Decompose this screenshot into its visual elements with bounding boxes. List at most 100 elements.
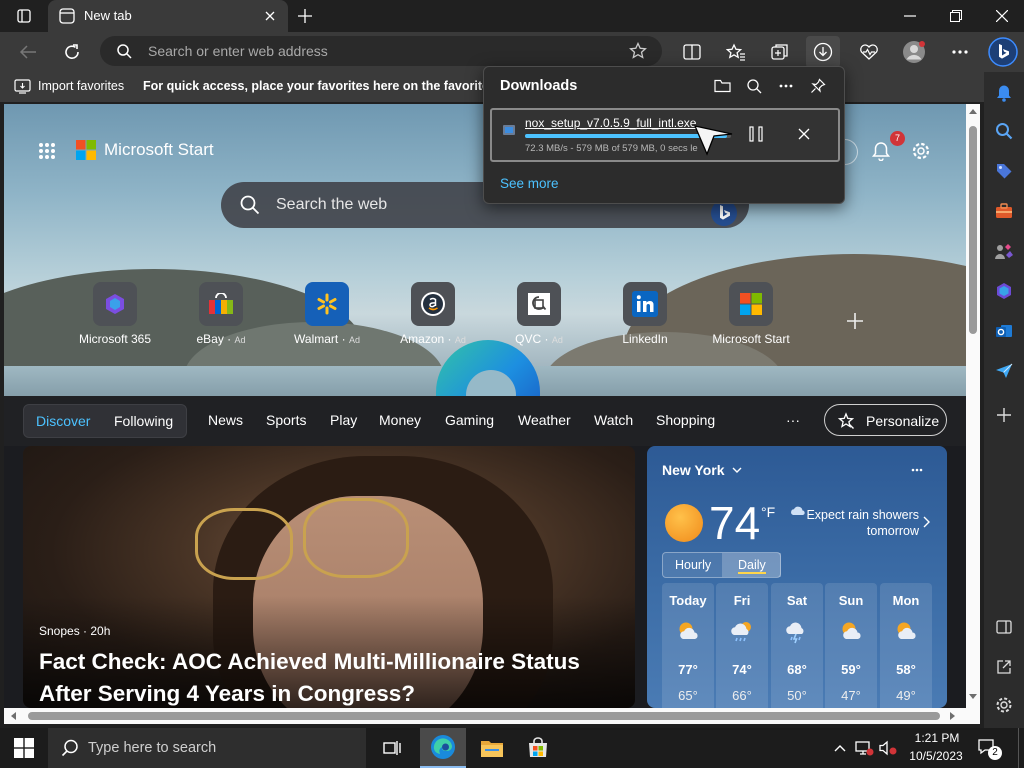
tab-following[interactable]: Following [114, 413, 173, 429]
chevron-down-icon[interactable] [732, 467, 742, 473]
address-input[interactable]: Search or enter web address [148, 43, 328, 59]
tab-hourly[interactable]: Hourly [675, 558, 711, 572]
favorites-icon[interactable] [722, 38, 750, 66]
quick-link-microsoft-365[interactable]: Microsoft 365 [65, 282, 165, 346]
taskbar-search-box[interactable]: Type here to search [48, 728, 366, 768]
page-settings-gear-icon[interactable] [908, 138, 934, 164]
folder-icon[interactable] [710, 75, 734, 97]
sidebar-settings-icon[interactable] [990, 692, 1018, 718]
browser-essentials-icon[interactable] [855, 38, 883, 66]
windows-start-icon[interactable] [8, 734, 40, 762]
hide-sidebar-icon[interactable] [990, 614, 1018, 640]
pin-icon[interactable] [806, 75, 830, 97]
outlook-icon[interactable] [990, 318, 1018, 344]
show-desktop-button[interactable] [1018, 728, 1024, 768]
edge-taskbar-icon[interactable] [420, 728, 466, 768]
task-view-icon[interactable] [376, 734, 408, 762]
feed-tab-sports[interactable]: Sports [266, 412, 306, 428]
scroll-left-icon[interactable] [10, 712, 16, 720]
personalize-button[interactable]: Personalize [824, 404, 947, 436]
download-item[interactable]: nox_setup_v7.0.5.9_full_intl.exe 72.3 MB… [490, 108, 840, 162]
tab-new-tab[interactable]: New tab [48, 0, 288, 32]
new-tab-button[interactable] [293, 4, 317, 28]
scroll-up-icon[interactable] [969, 108, 977, 114]
weather-more-icon[interactable] [911, 468, 923, 472]
feed-tab-shopping[interactable]: Shopping [656, 412, 715, 428]
microsoft-store-icon[interactable] [522, 734, 554, 762]
search-sidebar-icon[interactable] [990, 118, 1018, 144]
scroll-right-icon[interactable] [950, 712, 956, 720]
microsoft-start-brand[interactable]: Microsoft Start [76, 140, 214, 160]
forecast-day[interactable]: Sun 59° 47° [825, 583, 877, 708]
forecast-day[interactable]: Fri 74° 66° [716, 583, 768, 708]
split-screen-icon[interactable] [678, 38, 706, 66]
volume-muted-icon[interactable] [876, 736, 900, 760]
address-bar[interactable]: Search or enter web address [100, 36, 662, 66]
taskbar-search-input[interactable]: Type here to search [88, 740, 216, 756]
file-explorer-icon[interactable] [476, 734, 508, 762]
clock-date[interactable]: 10/5/2023 [905, 749, 967, 763]
see-more-link[interactable]: See more [500, 176, 559, 191]
network-icon[interactable] [852, 736, 876, 760]
quick-link-amazon[interactable]: Amazon · Ad [383, 282, 483, 346]
refresh-button[interactable] [58, 38, 86, 66]
profile-avatar[interactable] [899, 38, 929, 66]
tab-daily[interactable]: Daily [738, 558, 766, 574]
microsoft-365-sidebar-icon[interactable] [990, 278, 1018, 304]
tools-briefcase-icon[interactable] [990, 198, 1018, 224]
downloads-button[interactable] [806, 36, 840, 68]
forecast-day[interactable]: Sat 68° 50° [771, 583, 823, 708]
clock-time[interactable]: 1:21 PM [912, 731, 962, 745]
favorite-star-icon[interactable] [626, 40, 650, 62]
horizontal-scrollbar[interactable] [4, 708, 980, 724]
close-tab-icon[interactable] [260, 7, 280, 25]
quick-link-ebay[interactable]: eBay · Ad [171, 282, 271, 346]
feed-tab-watch[interactable]: Watch [594, 412, 633, 428]
restore-button[interactable] [942, 4, 970, 28]
bell-icon[interactable] [990, 80, 1018, 106]
add-sidebar-app-icon[interactable] [990, 402, 1018, 428]
vertical-scroll-thumb[interactable] [969, 126, 977, 334]
article-title[interactable]: Fact Check: AOC Achieved Multi-Millionai… [39, 646, 619, 708]
feed-tab-news[interactable]: News [208, 412, 243, 428]
chevron-right-icon[interactable] [923, 516, 930, 528]
quick-link-microsoft-start[interactable]: Microsoft Start [701, 282, 801, 346]
tab-actions-icon[interactable] [12, 6, 36, 26]
news-card[interactable]: Snopes · 20h Fact Check: AOC Achieved Mu… [23, 446, 635, 708]
cancel-download-button[interactable] [790, 120, 818, 148]
shopping-tag-icon[interactable] [990, 158, 1018, 184]
back-button[interactable] [14, 38, 42, 66]
pause-download-button[interactable] [742, 120, 770, 148]
quick-link-qvc[interactable]: QVC · Ad [489, 282, 589, 346]
feed-tab-money[interactable]: Money [379, 412, 421, 428]
add-quick-link-icon[interactable] [842, 308, 868, 334]
feed-tab-weather[interactable]: Weather [518, 412, 571, 428]
forecast-day[interactable]: Today 77° 65° [662, 583, 714, 708]
scroll-down-icon[interactable] [969, 694, 977, 700]
weather-card[interactable]: New York 74 °F Expect rain showers tomor… [647, 446, 947, 708]
games-icon[interactable] [990, 238, 1018, 264]
minimize-button[interactable] [896, 4, 924, 28]
close-window-button[interactable] [988, 4, 1016, 28]
downloads-more-icon[interactable] [774, 75, 798, 97]
feed-tab-gaming[interactable]: Gaming [445, 412, 494, 428]
search-downloads-icon[interactable] [742, 75, 766, 97]
weather-city[interactable]: New York [662, 462, 725, 478]
settings-more-icon[interactable] [946, 38, 974, 66]
vertical-scrollbar[interactable] [966, 104, 980, 708]
app-launcher-icon[interactable] [36, 140, 58, 162]
external-link-icon[interactable] [990, 654, 1018, 680]
import-favorites-link[interactable]: Import favorites [38, 79, 124, 93]
bing-chat-icon[interactable] [985, 34, 1021, 70]
horizontal-scroll-thumb[interactable] [28, 712, 940, 720]
feed-more-button[interactable]: ··· [786, 412, 800, 428]
tab-discover[interactable]: Discover [36, 413, 90, 429]
forecast-day[interactable]: Mon 58° 49° [880, 583, 932, 708]
feed-tab-play[interactable]: Play [330, 412, 357, 428]
collections-icon[interactable] [766, 38, 794, 66]
web-search-input[interactable]: Search the web [276, 196, 387, 214]
drop-send-icon[interactable] [990, 358, 1018, 384]
quick-link-linkedin[interactable]: LinkedIn [595, 282, 695, 346]
show-hidden-icons-chevron[interactable] [830, 736, 850, 760]
quick-link-walmart[interactable]: Walmart · Ad [277, 282, 377, 346]
